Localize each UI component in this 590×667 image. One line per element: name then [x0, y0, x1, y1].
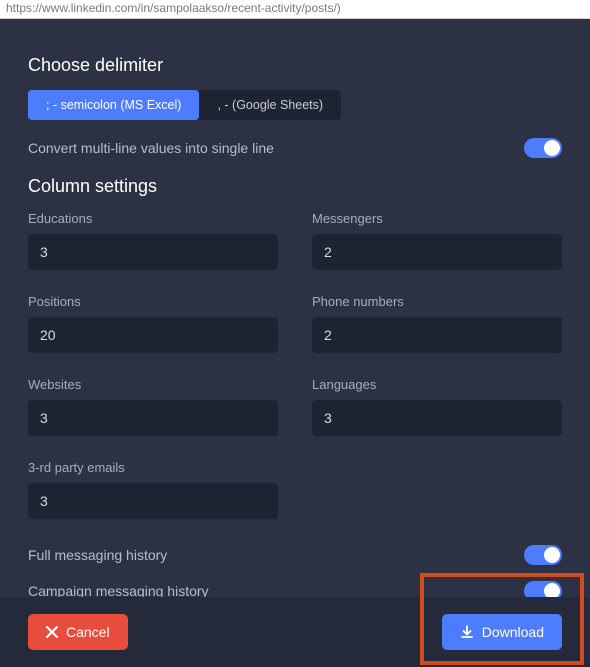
convert-multiline-label: Convert multi-line values into single li… [28, 140, 274, 156]
close-icon [46, 626, 58, 638]
download-label: Download [482, 624, 544, 640]
websites-label: Websites [28, 377, 278, 392]
positions-label: Positions [28, 294, 278, 309]
delimiter-title: Choose delimiter [28, 55, 562, 76]
languages-field: Languages [312, 377, 562, 436]
convert-multiline-row: Convert multi-line values into single li… [28, 138, 562, 158]
educations-field: Educations [28, 211, 278, 270]
languages-input[interactable] [312, 400, 562, 436]
messengers-field: Messengers [312, 211, 562, 270]
columns-grid: Educations Messengers Positions Phone nu… [28, 211, 562, 519]
phones-field: Phone numbers [312, 294, 562, 353]
full-history-toggle[interactable] [524, 545, 562, 565]
emails-label: 3-rd party emails [28, 460, 278, 475]
full-history-row: Full messaging history [28, 545, 562, 565]
websites-input[interactable] [28, 400, 278, 436]
educations-label: Educations [28, 211, 278, 226]
cancel-button[interactable]: Cancel [28, 614, 128, 650]
languages-label: Languages [312, 377, 562, 392]
modal-footer: Cancel Download [0, 597, 590, 667]
full-history-label: Full messaging history [28, 547, 167, 563]
messengers-label: Messengers [312, 211, 562, 226]
messengers-input[interactable] [312, 234, 562, 270]
positions-input[interactable] [28, 317, 278, 353]
emails-field: 3-rd party emails [28, 460, 278, 519]
download-button[interactable]: Download [442, 614, 562, 650]
cancel-label: Cancel [66, 624, 110, 640]
delimiter-comma-button[interactable]: , - (Google Sheets) [199, 90, 341, 120]
columns-title: Column settings [28, 176, 562, 197]
emails-input[interactable] [28, 483, 278, 519]
phones-label: Phone numbers [312, 294, 562, 309]
positions-field: Positions [28, 294, 278, 353]
educations-input[interactable] [28, 234, 278, 270]
url-bar: https://www.linkedin.com/in/sampolaakso/… [0, 0, 590, 19]
delimiter-semicolon-button[interactable]: ; - semicolon (MS Excel) [28, 90, 199, 120]
download-icon [460, 625, 474, 639]
websites-field: Websites [28, 377, 278, 436]
phones-input[interactable] [312, 317, 562, 353]
delimiter-segmented: ; - semicolon (MS Excel) , - (Google She… [28, 90, 562, 120]
export-modal: Choose delimiter ; - semicolon (MS Excel… [0, 19, 590, 601]
convert-multiline-toggle[interactable] [524, 138, 562, 158]
